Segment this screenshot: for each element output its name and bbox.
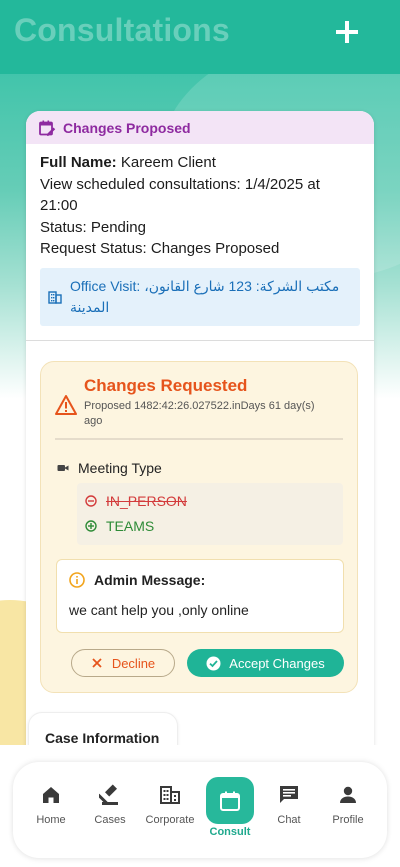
proposed-timestamp: Proposed 1482:42:26.027522.inDays 61 day…: [84, 400, 315, 427]
nav-label-home: Home: [36, 814, 66, 826]
close-icon: [91, 657, 103, 669]
new-meeting-type: TEAMS: [85, 518, 154, 534]
gavel-icon: [99, 784, 121, 806]
page-title: Consultations: [14, 12, 230, 48]
calendar-edit-icon: [38, 119, 56, 137]
nav-label-profile: Profile: [332, 814, 364, 826]
nav-label-consult: Consult: [209, 826, 251, 838]
chat-icon: [278, 784, 300, 806]
add-circle-icon: [85, 520, 97, 532]
admin-message-text: we cant help you ,only online: [69, 602, 249, 618]
decline-label: Decline: [111, 655, 156, 671]
request-status-line: Request Status: Changes Proposed: [40, 240, 280, 257]
profile-icon: [337, 784, 359, 806]
nav-label-corporate: Corporate: [145, 814, 195, 826]
admin-message-header: Admin Message:: [69, 572, 205, 588]
nav-label-cases: Cases: [94, 814, 126, 826]
nav-label-chat: Chat: [277, 814, 301, 826]
changes-title: Changes Requested: [84, 376, 248, 395]
meeting-type-row: Meeting Type: [57, 460, 162, 476]
remove-circle-icon: [85, 495, 97, 507]
old-meeting-type: IN_PERSON: [85, 493, 187, 509]
nav-item-profile[interactable]: Profile: [318, 784, 378, 826]
new-meeting-type-value: TEAMS: [106, 518, 155, 534]
plus-icon: [336, 21, 358, 43]
office-visit-text: Office Visit: مكتب الشركة: 123 شارع القا…: [70, 277, 340, 315]
status-badge: Changes Proposed: [26, 111, 374, 144]
nav-item-chat[interactable]: Chat: [259, 784, 319, 826]
admin-message-box: Admin Message: we cant help you ,only on…: [56, 559, 344, 633]
divider: [26, 339, 374, 341]
old-meeting-type-value: IN_PERSON: [106, 493, 187, 509]
changes-heading-group: Changes Requested Proposed 1482:42:26.02…: [84, 376, 334, 429]
meeting-type-label: Meeting Type: [78, 460, 162, 476]
decline-button[interactable]: Decline: [71, 649, 175, 677]
bottom-nav: Home Cases Corporate Consult Chat Profil…: [13, 762, 387, 858]
nav-item-cases[interactable]: Cases: [80, 784, 140, 826]
full-name-value: Kareem Client: [116, 154, 216, 171]
consultation-details: Full Name: Kareem Client View scheduled …: [26, 144, 374, 260]
changes-requested-panel: Changes Requested Proposed 1482:42:26.02…: [40, 361, 358, 693]
check-circle-icon: [206, 656, 221, 671]
info-icon: [69, 572, 85, 588]
home-icon: [40, 784, 62, 806]
scheduled-line: View scheduled consultations: 1/4/2025 a…: [40, 175, 320, 215]
accept-changes-button[interactable]: Accept Changes: [187, 649, 344, 677]
nav-item-home[interactable]: Home: [21, 784, 81, 826]
meeting-type-change: IN_PERSON TEAMS: [77, 483, 343, 545]
office-visit-box: Office Visit: مكتب الشركة: 123 شارع القا…: [40, 267, 360, 326]
changes-divider: [55, 438, 343, 440]
nav-item-consult[interactable]: Consult: [200, 777, 260, 838]
consultation-card[interactable]: Changes Proposed Full Name: Kareem Clien…: [26, 111, 374, 761]
nav-active-indicator: [206, 777, 254, 824]
admin-message-label: Admin Message:: [94, 572, 206, 588]
status-line: Status: Pending: [40, 218, 146, 236]
nav-item-corporate[interactable]: Corporate: [140, 784, 200, 826]
corporate-icon: [159, 784, 181, 806]
video-camera-icon: [57, 462, 69, 474]
calendar-icon: [219, 790, 241, 812]
office-building-icon: [48, 290, 62, 304]
accept-changes-label: Accept Changes: [229, 655, 325, 671]
app-header: Consultations: [0, 0, 400, 74]
full-name-label: Full Name:: [40, 154, 117, 171]
status-badge-label: Changes Proposed: [63, 119, 191, 136]
add-consultation-button[interactable]: [334, 17, 360, 47]
warning-icon: [55, 395, 77, 415]
changes-header: Changes Requested Proposed 1482:42:26.02…: [55, 376, 334, 429]
full-name-line: Full Name: Kareem Client: [40, 152, 360, 174]
